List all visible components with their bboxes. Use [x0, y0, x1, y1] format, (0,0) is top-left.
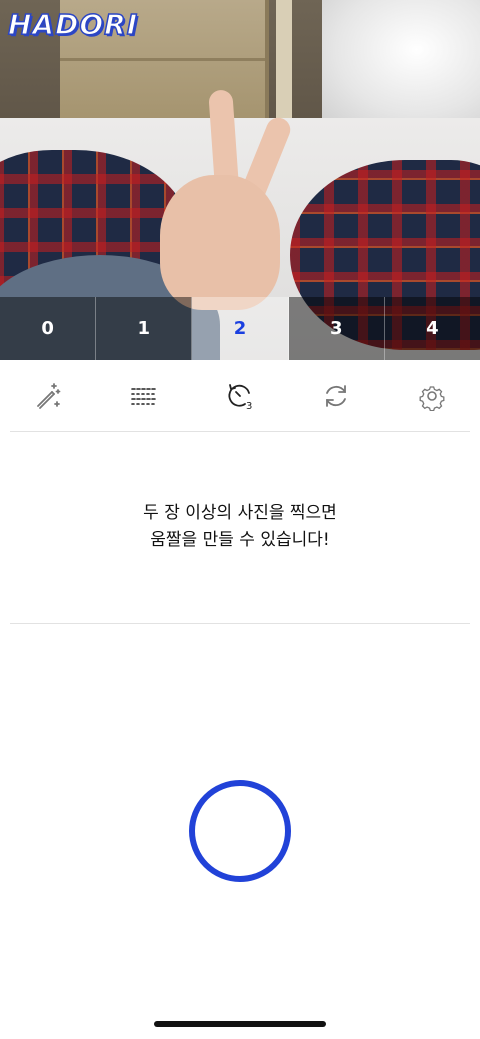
instruction-message: 두 장 이상의 사진을 찍으면 움짤을 만들 수 있습니다! [0, 500, 480, 554]
divider-top [10, 431, 470, 432]
frame-tab-3[interactable]: 3 [288, 297, 385, 360]
toolbar: 3 [0, 360, 480, 432]
timer-icon: 3 [228, 384, 252, 411]
magic-wand-icon [37, 383, 61, 409]
frame-tab-1[interactable]: 1 [96, 297, 193, 360]
settings-button[interactable] [412, 376, 452, 416]
app-logo: HADORI [7, 7, 139, 42]
preview-hand [160, 175, 280, 310]
divider-bottom [10, 623, 470, 624]
frame-tab-4[interactable]: 4 [384, 297, 480, 360]
home-indicator [154, 1021, 326, 1027]
timer-button[interactable]: 3 [220, 376, 260, 416]
magic-wand-button[interactable] [28, 376, 68, 416]
camera-preview: HADORI 0 1 2 3 4 [0, 0, 480, 360]
instruction-line-1: 두 장 이상의 사진을 찍으면 [143, 503, 337, 523]
switch-camera-icon [326, 385, 346, 407]
pattern-button[interactable] [124, 376, 164, 416]
instruction-line-2: 움짤을 만들 수 있습니다! [150, 530, 330, 550]
preview-pole [276, 0, 292, 135]
frame-tab-2[interactable]: 2 [192, 297, 289, 360]
timer-badge: 3 [246, 401, 252, 411]
switch-camera-button[interactable] [316, 376, 356, 416]
frame-selector: 0 1 2 3 4 [0, 297, 480, 360]
frame-tab-0[interactable]: 0 [0, 297, 97, 360]
shutter-button[interactable] [189, 780, 291, 882]
grid-pattern-icon [131, 388, 157, 405]
preview-jacket [322, 0, 480, 125]
gear-icon [419, 386, 445, 411]
